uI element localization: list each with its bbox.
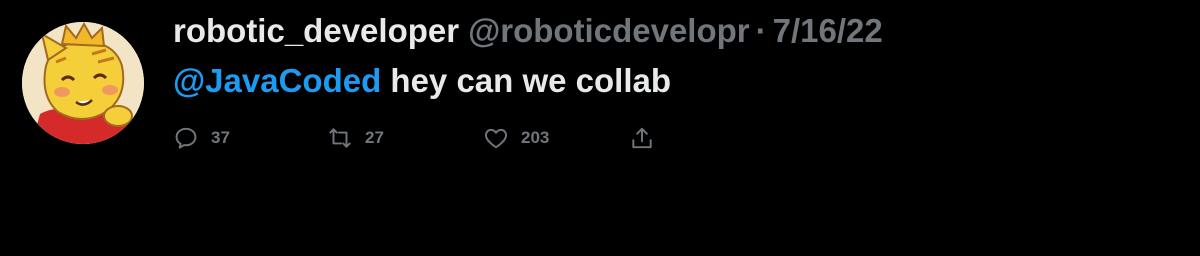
like-count: 203 bbox=[521, 128, 550, 147]
avatar[interactable] bbox=[22, 22, 144, 144]
avatar-image bbox=[22, 22, 144, 144]
tweet: robotic_developer @roboticdevelopr · 7/1… bbox=[0, 0, 1200, 256]
display-name[interactable]: robotic_developer bbox=[173, 12, 459, 50]
retweet-icon bbox=[329, 128, 351, 148]
user-handle[interactable]: @roboticdevelopr bbox=[468, 12, 750, 50]
reply-count: 37 bbox=[211, 128, 230, 147]
share-button[interactable] bbox=[629, 125, 655, 151]
action-bar: 37 27 203 bbox=[173, 124, 655, 152]
heart-icon bbox=[484, 128, 508, 149]
retweet-count: 27 bbox=[365, 128, 384, 147]
tweet-date[interactable]: 7/16/22 bbox=[773, 12, 883, 50]
mention-link[interactable]: @JavaCoded bbox=[173, 62, 381, 99]
tweet-header: robotic_developer @roboticdevelopr · 7/1… bbox=[173, 12, 883, 52]
retweet-button[interactable]: 27 bbox=[327, 125, 483, 151]
like-button[interactable]: 203 bbox=[483, 125, 629, 151]
tweet-message: hey can we collab bbox=[381, 62, 672, 99]
reply-icon bbox=[175, 127, 197, 149]
tweet-text: @JavaCoded hey can we collab bbox=[173, 62, 671, 100]
reply-button[interactable]: 37 bbox=[173, 125, 327, 151]
separator-dot: · bbox=[755, 12, 767, 49]
share-icon bbox=[632, 127, 652, 149]
